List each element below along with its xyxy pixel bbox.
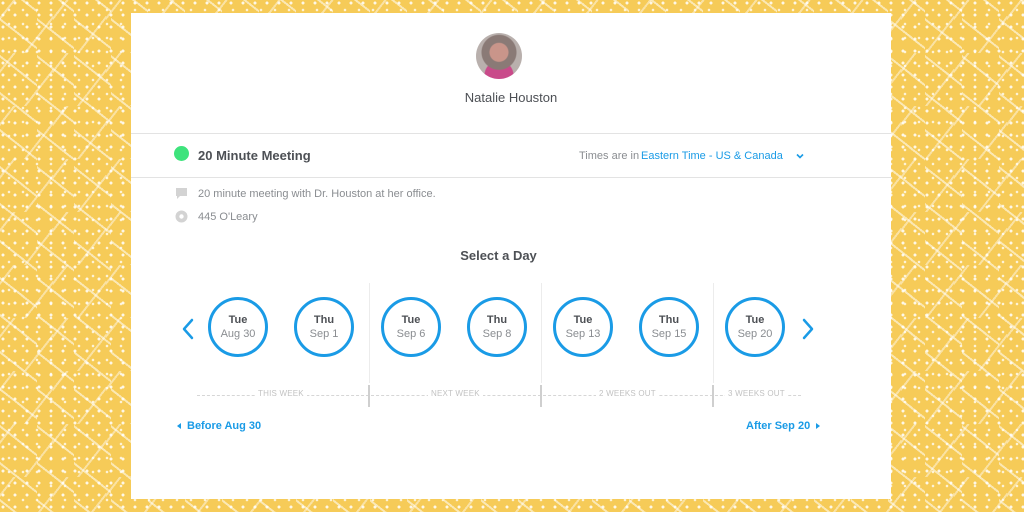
- avatar: [476, 33, 522, 79]
- day-of-week: Tue: [573, 314, 593, 326]
- day-button[interactable]: Tue Sep 13: [553, 297, 613, 357]
- day-date: Aug 30: [220, 328, 256, 340]
- event-title: 20 Minute Meeting: [198, 148, 311, 163]
- scheduling-card: Natalie Houston 20 Minute Meeting Times …: [131, 13, 891, 499]
- owner-name: Natalie Houston: [464, 90, 558, 105]
- timeline-tick: [368, 385, 370, 407]
- previous-arrow-icon[interactable]: [180, 318, 196, 340]
- week-label: 3 WEEKS OUT: [725, 389, 788, 398]
- timeline-tick: [540, 385, 542, 407]
- caret-right-icon: [816, 423, 821, 429]
- day-of-week: Thu: [486, 314, 508, 326]
- after-link[interactable]: After Sep 20: [746, 420, 821, 432]
- day-of-week: Tue: [745, 314, 765, 326]
- week-label: 2 WEEKS OUT: [596, 389, 659, 398]
- day-button[interactable]: Thu Sep 15: [639, 297, 699, 357]
- day-date: Sep 20: [737, 328, 773, 340]
- day-of-week: Tue: [401, 314, 421, 326]
- day-of-week: Thu: [658, 314, 680, 326]
- divider: [131, 177, 891, 178]
- week-label: THIS WEEK: [255, 389, 307, 398]
- next-arrow-icon[interactable]: [800, 318, 816, 340]
- week-separator: [541, 283, 542, 383]
- week-separator: [369, 283, 370, 383]
- location-pin-icon: [175, 210, 188, 223]
- day-button[interactable]: Tue Aug 30: [208, 297, 268, 357]
- day-date: Sep 15: [651, 328, 687, 340]
- day-date: Sep 6: [396, 328, 426, 340]
- day-button[interactable]: Tue Sep 20: [725, 297, 785, 357]
- day-of-week: Thu: [313, 314, 335, 326]
- chevron-down-icon[interactable]: [795, 151, 805, 161]
- day-of-week: Tue: [228, 314, 248, 326]
- day-date: Sep 13: [565, 328, 601, 340]
- after-link-label: After Sep 20: [746, 420, 811, 432]
- timezone-select[interactable]: Eastern Time - US & Canada: [641, 150, 783, 162]
- caret-left-icon: [177, 423, 181, 429]
- week-separator: [713, 283, 714, 383]
- event-location: 445 O'Leary: [198, 211, 258, 223]
- day-button[interactable]: Tue Sep 6: [381, 297, 441, 357]
- day-button[interactable]: Thu Sep 1: [294, 297, 354, 357]
- divider: [131, 133, 891, 134]
- timezone-label: Times are in: [579, 150, 640, 162]
- event-color-dot: [174, 146, 189, 161]
- before-link-label: Before Aug 30: [187, 420, 262, 432]
- chat-bubble-icon: [176, 188, 187, 199]
- week-label: NEXT WEEK: [428, 389, 483, 398]
- section-title: Select a Day: [460, 248, 537, 263]
- timeline-tick: [712, 385, 714, 407]
- day-button[interactable]: Thu Sep 8: [467, 297, 527, 357]
- day-date: Sep 1: [309, 328, 339, 340]
- before-link[interactable]: Before Aug 30: [177, 420, 261, 432]
- day-date: Sep 8: [482, 328, 512, 340]
- event-description: 20 minute meeting with Dr. Houston at he…: [198, 188, 436, 200]
